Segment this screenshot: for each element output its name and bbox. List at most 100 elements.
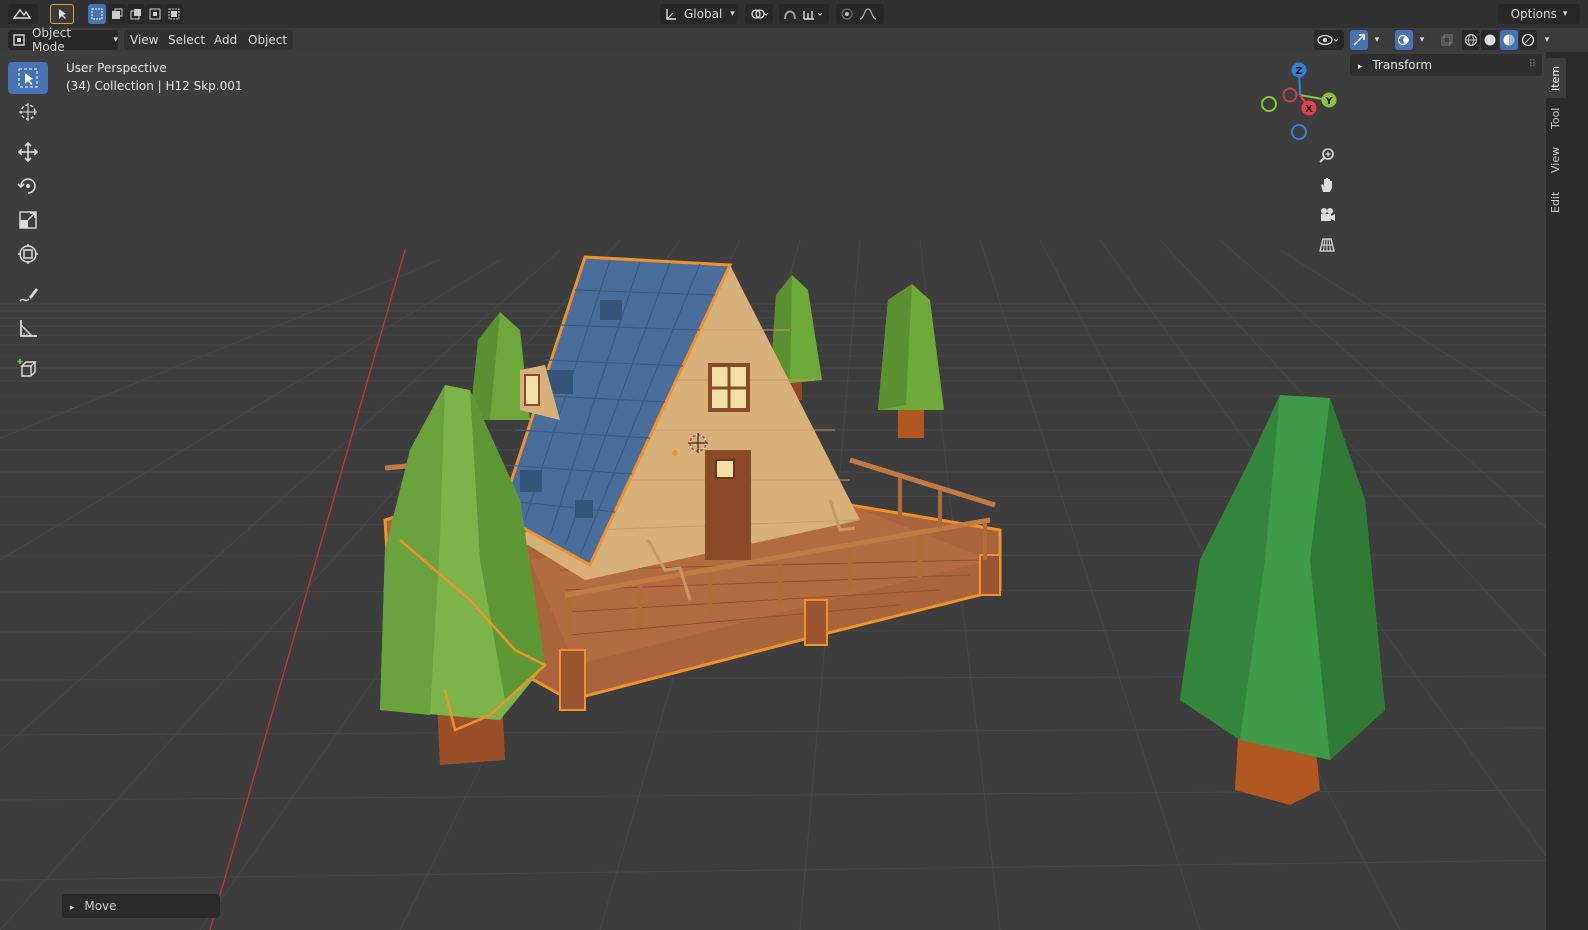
- x-axis-line: [209, 249, 406, 930]
- select-new-button[interactable]: [88, 4, 106, 24]
- orientation-icon: [666, 9, 676, 20]
- gizmo-z-label: Z: [1295, 66, 1302, 77]
- options-dropdown[interactable]: Options ▾: [1498, 4, 1580, 24]
- gizmo-neg-z[interactable]: [1291, 124, 1307, 140]
- select-invert-button[interactable]: [146, 4, 164, 24]
- perspective-label: User Perspective: [66, 61, 167, 75]
- select-extend-icon: [112, 8, 123, 19]
- eye-icon: [1317, 34, 1339, 46]
- shading-wireframe-button[interactable]: [1462, 30, 1480, 50]
- camera-view-button[interactable]: [1313, 201, 1341, 229]
- select-extend-button[interactable]: [108, 4, 126, 24]
- add-cube-tool[interactable]: [8, 352, 48, 384]
- select-subtract-icon: [130, 9, 141, 20]
- scale-tool[interactable]: [8, 204, 48, 236]
- measure-tool[interactable]: [8, 312, 48, 344]
- scale-icon: [19, 211, 37, 229]
- tab-view[interactable]: View: [1546, 140, 1566, 180]
- pan-button[interactable]: [1313, 171, 1341, 199]
- shading-dropdown[interactable]: ▾: [1540, 30, 1554, 50]
- chevron-right-icon: ▸: [70, 903, 75, 913]
- annotate-icon: [19, 288, 38, 302]
- rendered-icon: [1521, 33, 1535, 47]
- zoom-icon: [1319, 148, 1334, 163]
- snap-icon: [784, 10, 823, 20]
- hand-icon: [1321, 178, 1332, 192]
- select-intersect-icon: [168, 8, 180, 20]
- overlays-icon: [1397, 34, 1409, 46]
- pointer-icon: [59, 9, 66, 19]
- xray-icon: [1441, 34, 1453, 46]
- gizmo-dropdown[interactable]: ▾: [1370, 30, 1384, 50]
- gizmo-x-label: X: [1305, 104, 1313, 115]
- proportional-editing-button[interactable]: [836, 4, 884, 24]
- tree-back-right[interactable]: [878, 284, 944, 438]
- chevron-down-icon: ▾: [1419, 35, 1425, 45]
- move-tool[interactable]: [8, 136, 48, 168]
- add-cube-icon: [17, 359, 37, 377]
- annotate-tool[interactable]: [8, 278, 48, 310]
- chevron-down-icon: ▾: [1544, 35, 1550, 45]
- cursor-icon: [19, 103, 37, 121]
- zoom-button[interactable]: [1313, 141, 1341, 169]
- wireframe-icon: [1465, 34, 1477, 46]
- visibility-button[interactable]: [1314, 30, 1344, 50]
- transform-panel-header[interactable]: ▸ Transform ⠿: [1350, 54, 1542, 76]
- shading-rendered-button[interactable]: [1519, 30, 1537, 50]
- navigation-gizmo[interactable]: Z Y X: [1261, 62, 1337, 140]
- select-new-icon: [91, 8, 103, 20]
- mode-dropdown[interactable]: Object Mode ▾: [8, 26, 119, 54]
- material-icon: [1503, 34, 1515, 46]
- menu-select[interactable]: Select: [162, 30, 212, 50]
- gizmo-neg-y[interactable]: [1261, 96, 1277, 112]
- snapping-button[interactable]: [779, 4, 829, 24]
- last-operator-panel[interactable]: ▸ Move: [62, 894, 220, 918]
- select-subtract-button[interactable]: [127, 4, 145, 24]
- gizmo-icon: [1353, 34, 1365, 46]
- tab-tool[interactable]: Tool: [1546, 100, 1566, 136]
- gizmo-toggle-button[interactable]: [1350, 30, 1368, 50]
- cursor-tool[interactable]: [8, 96, 48, 128]
- camera-icon: [1321, 208, 1335, 221]
- tab-edit[interactable]: Edit: [1546, 184, 1566, 220]
- menu-view[interactable]: View: [124, 30, 165, 50]
- mode-label: Object Mode: [31, 26, 72, 54]
- tree-front-left[interactable]: [380, 385, 548, 765]
- shading-material-button[interactable]: [1500, 30, 1518, 50]
- gizmo-neg-x[interactable]: [1282, 87, 1298, 103]
- chevron-right-icon: ▸: [1358, 62, 1363, 72]
- editor-type-button[interactable]: [8, 4, 38, 24]
- select-intersect-button[interactable]: [165, 4, 183, 24]
- options-label: Options: [1510, 7, 1557, 21]
- rotate-tool[interactable]: [8, 170, 48, 202]
- menu-object[interactable]: Object: [242, 30, 294, 50]
- transform-orientation-dropdown[interactable]: Global ▾: [660, 4, 738, 24]
- drag-handle-icon[interactable]: ⠿: [1529, 54, 1536, 76]
- tweak-tool-button[interactable]: [50, 4, 74, 24]
- xray-toggle-button[interactable]: [1438, 30, 1456, 50]
- shading-solid-button[interactable]: [1481, 30, 1499, 50]
- tab-item[interactable]: Item: [1546, 58, 1566, 98]
- top-header: Global ▾ Options ▾: [0, 0, 1588, 28]
- transform-icon: [18, 244, 38, 264]
- chevron-down-icon: ▾: [113, 35, 119, 45]
- select-invert-icon: [149, 8, 161, 20]
- overlays-toggle-button[interactable]: [1395, 30, 1413, 50]
- pivot-icon: [751, 9, 769, 19]
- orientation-label: Global: [684, 7, 723, 21]
- solid-icon: [1484, 34, 1496, 46]
- ortho-toggle-button[interactable]: [1313, 231, 1341, 259]
- chevron-down-icon: ▾: [1374, 35, 1380, 45]
- sidebar-tabs: Item Tool View Edit: [1546, 52, 1566, 930]
- pivot-point-button[interactable]: [745, 4, 773, 24]
- select-box-icon: [18, 68, 38, 88]
- gizmo-y-label: Y: [1324, 96, 1333, 107]
- menu-add[interactable]: Add: [208, 30, 244, 50]
- transform-tool[interactable]: [8, 238, 48, 270]
- measure-icon: [20, 320, 37, 337]
- operator-label: Move: [84, 899, 117, 913]
- select-box-tool[interactable]: [8, 62, 48, 94]
- overlays-dropdown[interactable]: ▾: [1415, 30, 1429, 50]
- proportional-icon: [841, 8, 877, 20]
- tree-right[interactable]: [1180, 395, 1385, 805]
